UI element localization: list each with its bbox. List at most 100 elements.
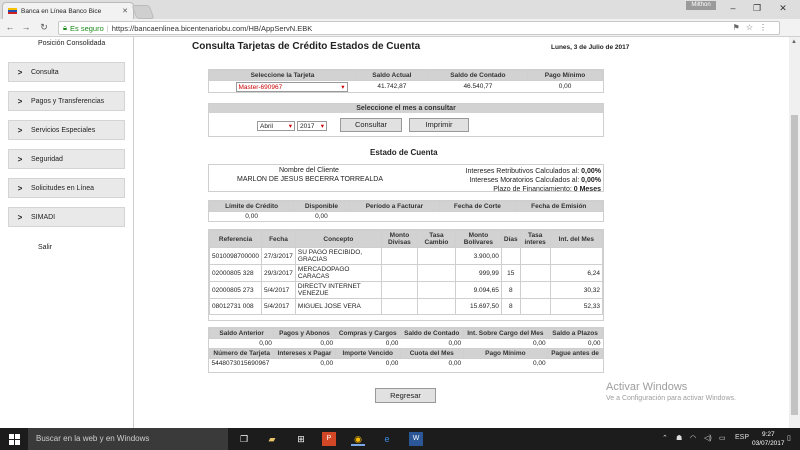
sidebar: Posición Consolidada > Consulta > Pagos y …	[0, 37, 134, 428]
file-explorer-icon[interactable]: ▰	[265, 432, 279, 446]
tray-chevron-icon[interactable]: ⌃	[662, 434, 668, 442]
imprimir-button[interactable]: Imprimir	[409, 118, 469, 132]
tab-title: Banca en Línea Banco Bice	[21, 7, 102, 15]
scroll-up-icon[interactable]: ▲	[791, 39, 797, 45]
word-icon[interactable]: W	[409, 432, 423, 446]
url-input[interactable]: 🔒︎ Es seguro | https://bancaenlinea.bice…	[58, 21, 780, 35]
task-view-icon[interactable]: ❐	[237, 432, 251, 446]
volume-icon[interactable]: ◁)	[704, 434, 712, 442]
col-header: Cuota del Mes	[399, 348, 464, 359]
message-icon[interactable]: ▭	[719, 434, 726, 442]
col-header: Fecha de Corte	[439, 201, 516, 212]
sidebar-item-posicion[interactable]: Posición Consolidada	[38, 40, 105, 47]
sidebar-item-label: Solicitudes en Línea	[31, 184, 95, 192]
card-select-panel: Seleccione la Tarjeta Saldo Actual Saldo…	[208, 69, 604, 93]
scrollbar-thumb[interactable]	[791, 115, 798, 415]
col-header: Importe Vencido	[334, 348, 401, 359]
col-header: Fecha de Emisión	[514, 201, 604, 212]
col-header: Int. del Mes	[549, 230, 604, 248]
col-header: Período a Facturar	[348, 201, 441, 212]
forward-arrow-icon[interactable]: →	[20, 22, 32, 32]
page-title: Consulta Tarjetas de Crédito Estados de …	[192, 41, 421, 52]
browser-tab[interactable]: Banca en Línea Banco Bice ✕	[2, 2, 134, 19]
year-select[interactable]: 2017 ▾	[297, 121, 327, 131]
month-select[interactable]: Abril ▾	[257, 121, 295, 131]
notifications-icon[interactable]: ▯	[787, 434, 791, 442]
card-select[interactable]: Master-690967 ▾	[235, 82, 348, 92]
taskbar-clock[interactable]: 9:27 03/07/2017	[752, 430, 785, 448]
sidebar-item-label: SIMADI	[31, 213, 56, 221]
sidebar-item-consulta[interactable]: > Consulta	[8, 62, 125, 82]
col-header: Saldo de Contado	[399, 328, 464, 339]
windows-start-icon[interactable]	[9, 434, 20, 445]
chevron-right-icon: >	[17, 67, 23, 77]
secure-label: Es seguro	[70, 23, 104, 33]
chevron-right-icon: >	[17, 183, 23, 193]
back-arrow-icon[interactable]: ←	[4, 22, 16, 32]
limits-panel: Límite de Crédito Disponible Período a F…	[208, 200, 604, 222]
close-window-icon[interactable]: ✕	[772, 2, 794, 14]
wifi-icon[interactable]: ◠	[690, 434, 696, 442]
store-icon[interactable]: ⊞	[294, 432, 308, 446]
info-retributivos: Intereses Retributivos Calculados al: 0,…	[465, 168, 601, 175]
chevron-down-icon: ▾	[341, 84, 345, 91]
table-row: 02000805 273 5/4/2017 DIRECTV INTERNET V…	[209, 281, 604, 299]
table-row: 08012731 008 5/4/2017 MIGUEL JOSE VERA 1…	[209, 298, 604, 315]
periodo-value	[349, 212, 440, 222]
saldo-contado-value: 46.540,77	[463, 82, 493, 90]
col-header: Compras y Cargos	[334, 328, 401, 339]
col-header: Pago Mínimo	[462, 348, 549, 359]
minimize-icon[interactable]: –	[722, 2, 744, 14]
page-scrollbar[interactable]: ▲	[789, 37, 800, 428]
info-moratorios: Intereses Moratorios Calculados al: 0,00…	[469, 177, 601, 184]
user-profile-badge[interactable]: Milthon	[686, 1, 716, 10]
corte-value	[440, 212, 515, 222]
col-header: Referencia	[209, 230, 262, 248]
col-header: Número de Tarjeta	[208, 348, 275, 359]
chrome-icon[interactable]: ◉	[351, 432, 365, 446]
col-header: Monto Divisas	[380, 230, 418, 248]
sidebar-item-salir[interactable]: Salir	[38, 244, 52, 251]
limite-value: 0,00	[245, 213, 258, 220]
new-tab-button[interactable]	[131, 5, 155, 19]
month-select-panel: Seleccione el mes a consultar Abril ▾ 201…	[208, 103, 604, 137]
chevron-right-icon: >	[17, 154, 23, 164]
info-plazo: Plazo de Financiamiento: 0 Meses	[493, 186, 601, 193]
sidebar-item-servicios[interactable]: > Servicios Especiales	[8, 120, 125, 140]
taskbar-search-input[interactable]: Buscar en la web y en Windows	[28, 428, 228, 450]
sidebar-item-label: Seguridad	[31, 155, 63, 163]
activation-watermark: Activar Windows Ve a Configuración para …	[606, 381, 736, 402]
reload-icon[interactable]: ↻	[38, 22, 50, 33]
summary-panel: Saldo Anterior Pagos y Abonos Compras y …	[208, 327, 604, 373]
col-header: Tasa Cambio	[416, 230, 456, 248]
consultar-button[interactable]: Consultar	[340, 118, 402, 132]
sidebar-item-solicitudes[interactable]: > Solicitudes en Línea	[8, 178, 125, 198]
pago-minimo-value: 0,00	[558, 82, 572, 90]
col-header: Int. Sobre Cargo del Mes	[462, 328, 549, 339]
regresar-button[interactable]: Regresar	[375, 388, 436, 403]
network-icon[interactable]: ☗	[676, 434, 682, 442]
powerpoint-icon[interactable]: P	[322, 432, 336, 446]
venezuela-flag-icon	[8, 8, 17, 14]
col-header: Saldo de Contado	[427, 70, 529, 81]
maximize-icon[interactable]: ❐	[746, 2, 768, 14]
col-header: Límite de Crédito	[208, 201, 295, 212]
sidebar-item-label: Servicios Especiales	[31, 126, 96, 134]
bookmark-star-icon[interactable]: ☆	[746, 23, 759, 32]
col-header: Intereses x Pagar	[273, 348, 336, 359]
col-header: Saldo a Plazos	[547, 328, 603, 339]
close-tab-icon[interactable]: ✕	[122, 7, 128, 15]
table-row: 02000805 328 29/3/2017 MERCADOPAGO CARAC…	[209, 264, 604, 282]
language-indicator[interactable]: ESP	[735, 434, 749, 441]
sidebar-item-pagos[interactable]: > Pagos y Transferencias	[8, 91, 125, 111]
sidebar-item-seguridad[interactable]: > Seguridad	[8, 149, 125, 169]
translate-icon[interactable]: ⚑	[733, 23, 746, 32]
col-header: Seleccione la Tarjeta	[209, 70, 356, 81]
col-header: Saldo Anterior	[208, 328, 275, 339]
col-header: Disponible	[293, 201, 350, 212]
chevron-down-icon: ▾	[320, 123, 324, 130]
menu-dots-icon[interactable]: ⋮	[759, 23, 773, 32]
sidebar-item-simadi[interactable]: > SIMADI	[8, 207, 125, 227]
col-header: Pagos y Abonos	[273, 328, 336, 339]
edge-icon[interactable]: e	[380, 432, 394, 446]
